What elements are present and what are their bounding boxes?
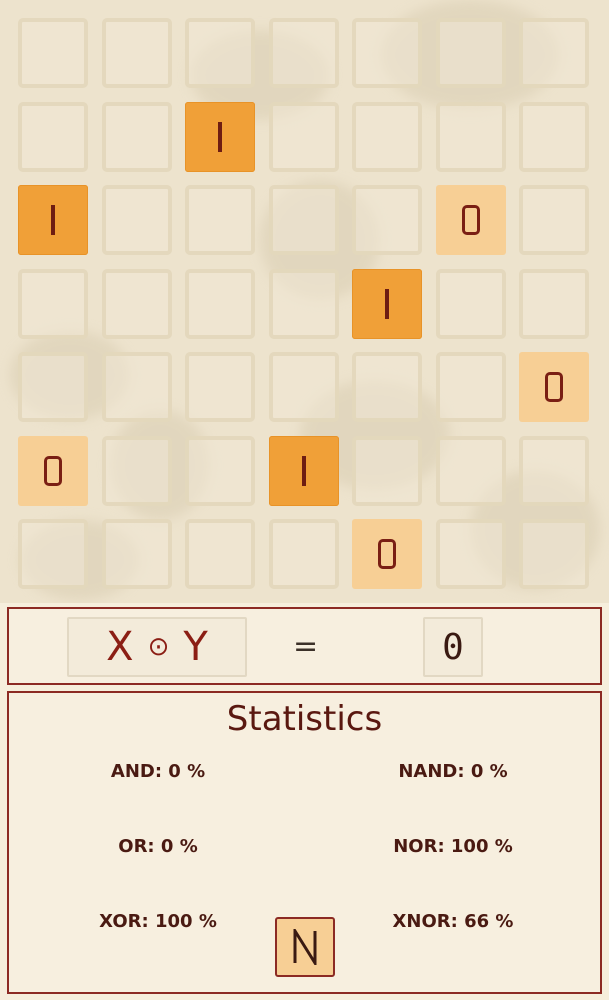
digit-one-glyph (51, 205, 55, 235)
digit-zero-glyph (44, 455, 62, 486)
board-cell[interactable] (268, 18, 339, 88)
stat-xnor: XNOR: 66 % (392, 911, 514, 932)
board-cell[interactable] (435, 101, 506, 172)
board-cell[interactable] (352, 101, 422, 172)
board-cell[interactable] (435, 352, 506, 422)
next-button[interactable] (275, 917, 335, 977)
tile-one[interactable] (268, 435, 339, 506)
board-cell[interactable] (185, 18, 255, 88)
board-cell[interactable] (435, 519, 506, 589)
tile-one[interactable] (18, 185, 88, 255)
tile-zero[interactable] (519, 352, 589, 422)
stat-or: OR: 0 % (118, 836, 198, 857)
game-board (0, 0, 609, 603)
left-variable: X (106, 624, 134, 670)
tile-zero[interactable] (435, 185, 506, 255)
board-cell[interactable] (18, 352, 88, 422)
digit-zero-glyph (378, 539, 396, 569)
operator-symbol: ⊙ (147, 632, 170, 662)
board-cell[interactable] (101, 18, 172, 88)
formula-expression: X ⊙ Y (67, 617, 247, 677)
tile-zero[interactable] (18, 435, 88, 506)
board-cell[interactable] (18, 519, 88, 589)
statistics-title: Statistics (226, 699, 383, 739)
board-cell[interactable] (519, 435, 589, 506)
board-cell[interactable] (268, 185, 339, 255)
board-cell[interactable] (101, 352, 172, 422)
board-cell[interactable] (268, 101, 339, 172)
board-cell[interactable] (352, 352, 422, 422)
board-grid (0, 0, 609, 603)
tile-zero[interactable] (352, 519, 422, 589)
board-cell[interactable] (519, 268, 589, 339)
board-cell[interactable] (18, 268, 88, 339)
digit-one-glyph (218, 121, 222, 152)
board-cell[interactable] (185, 435, 255, 506)
digit-zero-glyph (461, 205, 480, 235)
digit-one-glyph (301, 455, 306, 486)
equals-sign: = (293, 629, 319, 664)
board-cell[interactable] (101, 185, 172, 255)
board-cell[interactable] (435, 435, 506, 506)
board-cell[interactable] (185, 352, 255, 422)
board-cell[interactable] (352, 435, 422, 506)
board-cell[interactable] (185, 185, 255, 255)
board-cell[interactable] (435, 268, 506, 339)
formula-panel: X ⊙ Y = 0 (7, 607, 602, 685)
board-cell[interactable] (18, 18, 88, 88)
board-cell[interactable] (101, 519, 172, 589)
digit-zero-glyph (545, 372, 563, 402)
board-cell[interactable] (185, 519, 255, 589)
board-cell[interactable] (18, 101, 88, 172)
board-cell[interactable] (519, 101, 589, 172)
board-cell[interactable] (352, 18, 422, 88)
board-cell[interactable] (519, 18, 589, 88)
board-cell[interactable] (101, 435, 172, 506)
board-cell[interactable] (352, 185, 422, 255)
result-value: 0 (423, 617, 483, 677)
board-cell[interactable] (101, 101, 172, 172)
stat-nand: NAND: 0 % (398, 761, 508, 782)
stat-xor: XOR: 100 % (99, 911, 217, 932)
tile-one[interactable] (185, 101, 255, 172)
right-variable: Y (183, 624, 208, 670)
tile-one[interactable] (352, 268, 422, 339)
digit-one-glyph (385, 288, 389, 319)
board-cell[interactable] (519, 519, 589, 589)
board-cell[interactable] (519, 185, 589, 255)
board-cell[interactable] (435, 18, 506, 88)
stat-nor: NOR: 100 % (393, 836, 513, 857)
board-cell[interactable] (268, 352, 339, 422)
board-cell[interactable] (101, 268, 172, 339)
board-cell[interactable] (185, 268, 255, 339)
stat-and: AND: 0 % (110, 761, 206, 782)
board-cell[interactable] (268, 268, 339, 339)
statistics-panel: Statistics AND: 0 % NAND: 0 % OR: 0 % NO… (7, 691, 602, 994)
n-letter-icon (293, 929, 317, 965)
board-cell[interactable] (268, 519, 339, 589)
